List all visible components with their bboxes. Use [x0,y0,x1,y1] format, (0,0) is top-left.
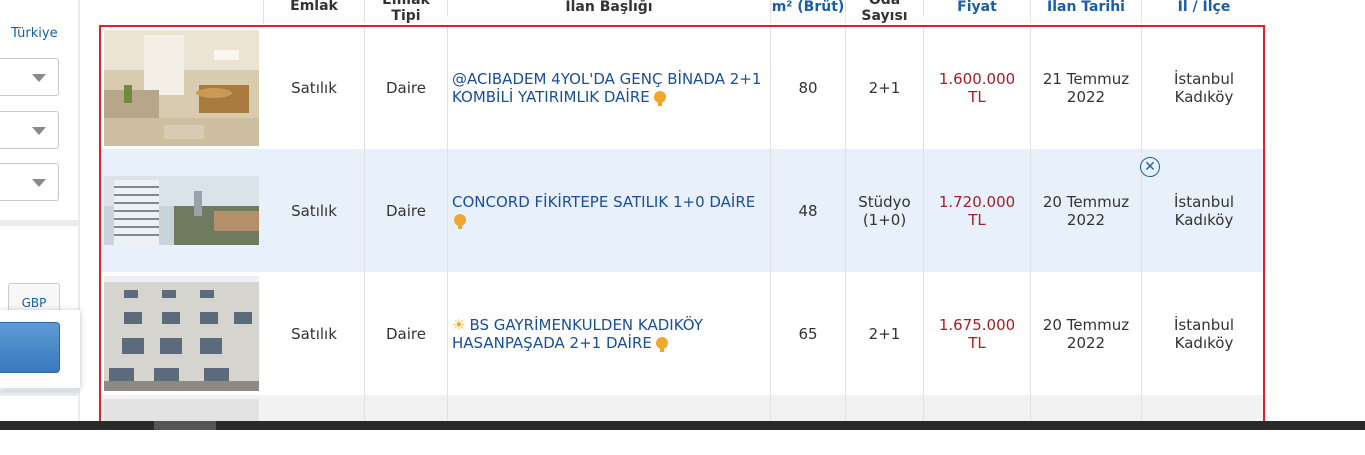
city-select[interactable] [0,58,59,96]
cell-il-ilce: İstanbul Kadıköy [1173,315,1234,352]
title-line: KOMBİLİ YATIRIMLIK DAİRE [452,87,650,106]
sparkle-icon: ☀ [452,315,466,334]
oda-value: 2+1 [868,324,901,343]
header-oda-sayisi[interactable]: Oda Sayısı [846,0,924,24]
cell-m2: 65 [771,272,846,395]
cell-fiyat: 1.720.000 TL [924,149,1031,272]
chevron-down-icon [32,127,46,135]
listing-title-link[interactable]: @ACIBADEM 4YOL'DA GENÇ BİNADA 2+1 KOMBİLİ… [448,26,771,149]
listing-title-link[interactable]: CONCORD FİKİRTEPE SATILIK 1+0 DAİRE [448,149,771,272]
scrollbar-thumb[interactable] [154,421,216,430]
title-line: HASANPAŞADA 2+1 DAİRE [452,333,652,352]
country-link[interactable]: Türkiye [11,26,58,41]
table-row[interactable]: Satılık Daire ☀ BS GAYRİMENKULDEN KADIKÖY… [100,272,1266,395]
chevron-down-icon [32,179,46,187]
header-fiyat[interactable]: Fiyat [924,0,1031,23]
cell-il-ilce: İstanbul Kadıköy [1173,69,1234,106]
listing-thumbnail[interactable] [104,176,259,245]
cell-emlak: Satılık [264,272,365,395]
cell-oda: 2+1 [846,272,924,395]
cell-emlak: Satılık [264,26,365,149]
listing-title-link[interactable]: ☀ BS GAYRİMENKULDEN KADIKÖY HASANPAŞADA 2+… [448,272,771,395]
cell-emlak: Satılık [264,149,365,272]
pin-icon [454,214,466,229]
search-button[interactable] [0,322,60,373]
cell-tarih: 20 Temmuz 2022 [1031,272,1142,395]
cell-m2: 48 [771,149,846,272]
cell-oda: Stüdyo (1+0) [846,149,924,272]
table-row[interactable]: Satılık Daire @ACIBADEM 4YOL'DA GENÇ BİN… [100,26,1266,149]
header-m2[interactable]: m² (Brüt) [771,0,846,23]
cell-tarih: 21 Temmuz 2022 [1031,26,1142,149]
filter-panel: Türkiye GBP [0,0,80,430]
header-ilan-basligi[interactable]: İlan Başlığı [448,0,771,23]
header-emlak-tipi[interactable]: Emlak Tipi [365,0,448,24]
table-row[interactable]: Satılık Daire CONCORD FİKİRTEPE SATILIK … [100,149,1266,272]
oda-value: 2+1 [868,78,901,97]
district-select[interactable] [0,111,59,149]
chevron-down-icon [32,74,46,82]
cell-il-ilce: İstanbul Kadıköy [1173,192,1234,229]
cell-fiyat: 1.675.000 TL [924,272,1031,395]
listing-thumbnail[interactable] [104,276,259,391]
title-line: BS GAYRİMENKULDEN KADIKÖY [469,315,703,334]
cell-m2: 80 [771,26,846,149]
cell-tip: Daire [365,26,448,149]
cell-oda: 2+1 [846,26,924,149]
close-icon[interactable]: ✕ [1140,157,1160,177]
listing-thumbnail[interactable] [104,30,259,146]
pin-icon [655,337,668,352]
neighborhood-select[interactable] [0,163,59,201]
header-emlak[interactable]: Emlak [264,0,365,22]
pin-icon [653,91,666,106]
title-line: @ACIBADEM 4YOL'DA GENÇ BİNADA 2+1 [452,69,762,88]
cell-tip: Daire [365,149,448,272]
header-ilan-tarihi[interactable]: İlan Tarihi [1031,0,1142,23]
cell-tip: Daire [365,272,448,395]
header-il-ilce[interactable]: İl / İlçe [1142,0,1266,23]
header-image [100,0,264,24]
cell-fiyat: 1.600.000 TL [924,26,1031,149]
listing-table: Emlak Emlak Tipi İlan Başlığı m² (Brüt) O… [100,0,1266,430]
title-line: CONCORD FİKİRTEPE SATILIK 1+0 DAİRE [452,192,756,211]
cell-tarih: 20 Temmuz 2022 [1031,149,1142,272]
